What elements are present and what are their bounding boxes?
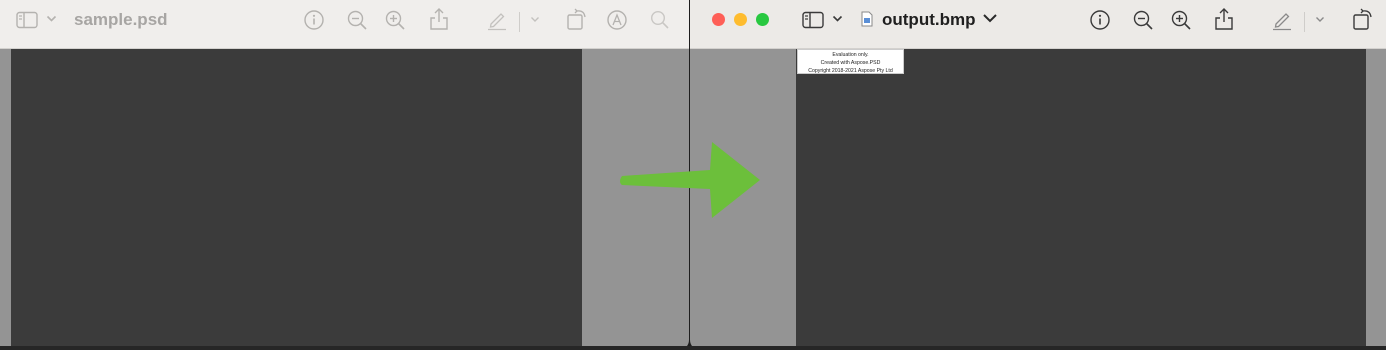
markup-chevron-icon[interactable] xyxy=(530,16,540,23)
search-icon[interactable] xyxy=(650,10,670,30)
markup-pen-icon[interactable] xyxy=(1271,9,1293,31)
green-arrow-icon xyxy=(620,142,760,218)
sidebar-icon[interactable] xyxy=(802,11,824,29)
right-document-canvas xyxy=(796,49,1366,350)
watermark-line-2: Created with Aspose.PSD xyxy=(820,60,881,66)
watermark-line-1: Evaluation only. xyxy=(832,52,869,58)
info-icon[interactable] xyxy=(1089,9,1111,31)
zoom-in-icon[interactable] xyxy=(384,9,406,31)
right-preview-window: output.bmp Evaluation only. Created with xyxy=(690,0,1386,350)
markup-chevron-icon[interactable] xyxy=(1315,16,1325,23)
watermark-line-3: Copyright 2018-2021 Aspose Pty Ltd xyxy=(808,68,893,74)
right-toolbar: output.bmp xyxy=(690,0,1386,49)
close-button[interactable] xyxy=(712,13,725,26)
document-title[interactable]: output.bmp xyxy=(882,9,975,31)
rotate-icon[interactable] xyxy=(566,7,588,31)
left-document-canvas xyxy=(11,49,582,350)
zoom-out-icon[interactable] xyxy=(346,9,368,31)
info-icon[interactable] xyxy=(303,9,325,31)
sidebar-icon[interactable] xyxy=(16,11,38,29)
zoom-out-icon[interactable] xyxy=(1132,9,1154,31)
annotate-icon[interactable] xyxy=(606,9,628,31)
minimize-button[interactable] xyxy=(734,13,747,26)
title-chevron-down-icon[interactable] xyxy=(982,13,998,24)
rotate-icon[interactable] xyxy=(1352,7,1374,31)
file-icon xyxy=(861,11,873,27)
left-preview-window: sample.psd xyxy=(0,0,689,350)
zoom-button[interactable] xyxy=(756,13,769,26)
chevron-down-icon[interactable] xyxy=(832,15,843,23)
toolbar-divider xyxy=(519,12,520,32)
desktop-bottom-strip xyxy=(0,346,1386,350)
evaluation-watermark: Evaluation only. Created with Aspose.PSD… xyxy=(797,49,904,74)
markup-pen-icon[interactable] xyxy=(486,9,508,31)
share-icon[interactable] xyxy=(1214,7,1234,31)
zoom-in-icon[interactable] xyxy=(1170,9,1192,31)
chevron-down-icon[interactable] xyxy=(46,15,57,23)
document-title[interactable]: sample.psd xyxy=(74,9,168,31)
share-icon[interactable] xyxy=(429,7,449,31)
toolbar-divider xyxy=(1304,12,1305,32)
left-toolbar: sample.psd xyxy=(0,0,689,49)
